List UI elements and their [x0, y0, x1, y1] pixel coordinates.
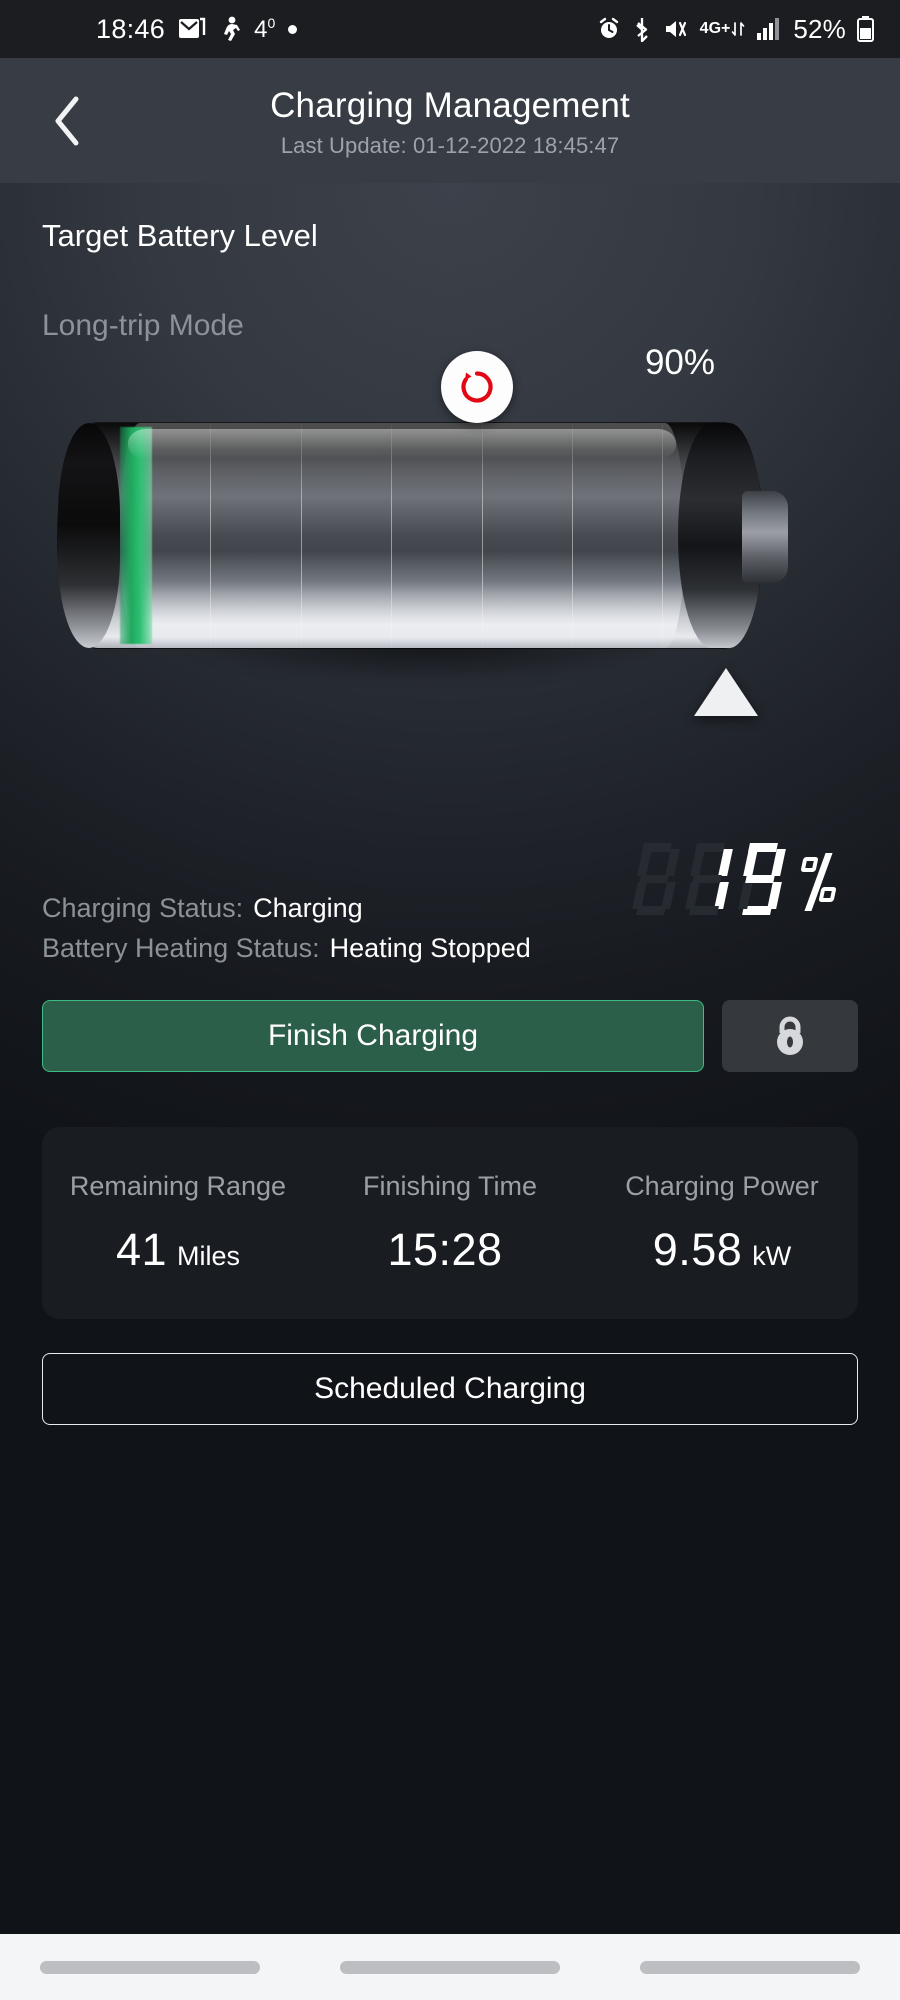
- heating-status-value: Heating Stopped: [329, 933, 531, 963]
- battery-terminal-nub: [742, 491, 788, 583]
- heating-status-key: Battery Heating Status:: [42, 933, 320, 963]
- status-lines: Charging Status: Charging Battery Heatin…: [42, 893, 531, 973]
- system-navigation-bar: [0, 1934, 900, 2000]
- app-header: Charging Management Last Update: 01-12-2…: [0, 58, 900, 183]
- stat-unit: kW: [752, 1240, 792, 1271]
- email-icon: [178, 17, 206, 41]
- target-percent-label: 90%: [644, 343, 715, 382]
- stat-value-group: 15:28: [387, 1224, 512, 1276]
- signal-bars-icon: [756, 17, 782, 41]
- status-bar-left: 18:46 40: [96, 13, 298, 45]
- refresh-icon: [461, 371, 493, 403]
- battery-cap-left: [58, 423, 120, 648]
- stat-number: 15:28: [387, 1223, 503, 1275]
- header-text-block: Charging Management Last Update: 01-12-2…: [0, 82, 900, 159]
- stat-finishing-time: Finishing Time 15:28: [314, 1127, 586, 1319]
- stat-label: Finishing Time: [362, 1170, 538, 1201]
- nav-recents-button[interactable]: [40, 1960, 260, 1974]
- battery-graphic: [58, 351, 808, 716]
- seg-digit-placeholder: [632, 843, 680, 915]
- battery-icon: [857, 16, 874, 42]
- heating-status-row: Battery Heating Status: Heating Stopped: [42, 933, 531, 964]
- current-charge-readout: [632, 843, 842, 915]
- chevron-left-icon: [55, 96, 79, 145]
- finish-charging-button[interactable]: Finish Charging: [42, 1000, 704, 1072]
- nav-back-button[interactable]: [640, 1960, 860, 1974]
- percent-symbol-icon: [798, 843, 842, 915]
- mute-vibrate-icon: [663, 17, 689, 41]
- nav-home-button[interactable]: [340, 1960, 560, 1974]
- temperature-indicator: 40: [254, 14, 276, 43]
- stat-value-group: 9.58 kW: [653, 1224, 792, 1276]
- charging-status-key: Charging Status:: [42, 893, 244, 923]
- running-person-icon: [219, 16, 241, 42]
- charging-status-row: Charging Status: Charging: [42, 893, 531, 924]
- lock-icon: [777, 1016, 803, 1055]
- dot-icon: [288, 24, 298, 34]
- section-title-target-battery: Target Battery Level: [42, 218, 318, 253]
- reset-refresh-button[interactable]: [441, 351, 513, 423]
- stat-label: Remaining Range: [69, 1170, 287, 1201]
- alarm-icon: [597, 17, 621, 41]
- seg-digit-ones: [738, 843, 786, 915]
- back-button[interactable]: [36, 89, 100, 153]
- battery-percent-label: 52%: [793, 13, 846, 44]
- primary-action-row: Finish Charging: [42, 1000, 858, 1072]
- stats-card: Remaining Range 41 Miles Finishing Time …: [42, 1127, 858, 1319]
- scheduled-charging-button[interactable]: Scheduled Charging: [42, 1353, 858, 1425]
- stat-remaining-range: Remaining Range 41 Miles: [42, 1127, 314, 1319]
- charging-status-value: Charging: [253, 893, 363, 923]
- lock-button[interactable]: [722, 1000, 858, 1072]
- status-bar-right: 4G+ 52%: [597, 14, 874, 45]
- status-bar-clock: 18:46: [96, 13, 166, 44]
- page-title: Charging Management: [270, 86, 630, 125]
- data-transfer-icon: 4G+: [700, 21, 746, 37]
- main-content: Target Battery Level Long-trip Mode 90%: [0, 183, 900, 1934]
- charging-mode-label: Long-trip Mode: [42, 309, 244, 342]
- stat-unit: Miles: [177, 1240, 241, 1271]
- stat-label: Charging Power: [625, 1170, 819, 1201]
- battery-highlight: [128, 429, 676, 459]
- stat-value-group: 41 Miles: [116, 1224, 240, 1276]
- stat-charging-power: Charging Power 9.58 kW: [586, 1127, 858, 1319]
- seg-digit-tens: [685, 843, 733, 915]
- last-update-label: Last Update: 01-12-2022 18:45:47: [280, 133, 620, 158]
- stat-number: 9.58: [652, 1223, 743, 1275]
- target-level-slider-handle[interactable]: [694, 668, 758, 716]
- status-bar: 18:46 40 4G+ 52%: [0, 0, 900, 58]
- phone-screen: 18:46 40 4G+ 52% Charging Management Las…: [0, 0, 900, 2000]
- bluetooth-icon: [632, 17, 652, 42]
- stat-number: 41: [115, 1223, 168, 1275]
